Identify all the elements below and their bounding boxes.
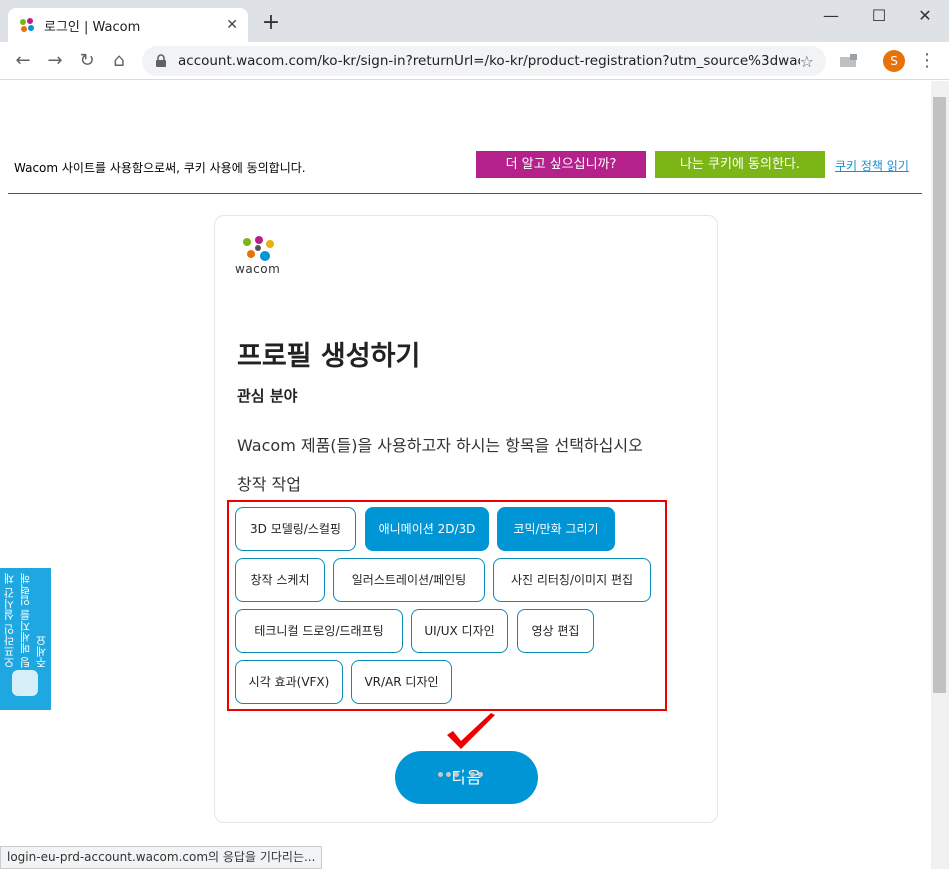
option-illustration[interactable]: 일러스트레이션/페인팅 [333, 558, 485, 602]
option-label: 사진 리터칭/이미지 편집 [510, 573, 634, 587]
logo-wordmark: wacom [235, 262, 281, 276]
chat-bubble-icon [12, 670, 38, 696]
profile-avatar[interactable]: S [883, 50, 905, 72]
option-uiux-design[interactable]: UI/UX 디자인 [411, 609, 508, 653]
learn-more-button[interactable]: 더 알고 싶으십니까? [476, 151, 646, 178]
option-label: 영상 편집 [531, 624, 580, 638]
close-window-icon[interactable]: ✕ [902, 4, 948, 28]
maximize-icon[interactable]: ☐ [856, 4, 902, 28]
back-icon[interactable]: ← [12, 50, 34, 72]
page-dot [478, 772, 483, 777]
instruction-text: Wacom 제품(들)을 사용하고자 하시는 항목을 선택하십시오 [237, 436, 643, 455]
cookie-message: Wacom 사이트를 사용함으로써, 쿠키 사용에 동의합니다. [14, 161, 306, 175]
page-dot [454, 772, 459, 777]
option-label: 3D 모델링/스컬핑 [250, 522, 341, 536]
option-label: 테크니컬 드로잉/드래프팅 [254, 624, 384, 638]
browser-tab[interactable]: 로그인 | Wacom ✕ [8, 8, 248, 42]
tab-strip: 로그인 | Wacom ✕ + — ☐ ✕ [0, 0, 949, 42]
option-creative-sketch[interactable]: 창작 스케치 [235, 558, 325, 602]
checkmark-icon [447, 713, 495, 749]
extension-icon[interactable] [838, 51, 860, 71]
page-dot [446, 772, 451, 777]
option-label: VR/AR 디자인 [364, 675, 439, 689]
option-vrar-design[interactable]: VR/AR 디자인 [351, 660, 452, 704]
option-animation[interactable]: 애니메이션 2D/3D [365, 507, 489, 551]
next-button[interactable]: 다음 [395, 751, 538, 804]
url-text: account.wacom.com/ko-kr/sign-in?returnUr… [178, 53, 800, 69]
forward-icon[interactable]: → [44, 50, 66, 72]
home-icon[interactable]: ⌂ [108, 50, 130, 72]
tab-title: 로그인 | Wacom [44, 19, 141, 35]
page-content: Wacom 사이트를 사용함으로써, 쿠키 사용에 동의합니다. 더 알고 싶으… [0, 81, 931, 869]
page-dot [438, 772, 443, 777]
page-dot-active [462, 772, 467, 777]
option-label: 일러스트레이션/페인팅 [351, 573, 467, 587]
live-chat-widget[interactable]: 오프라인 실시간 채팅 메세지를 입력해주세요 [0, 568, 51, 710]
scrollbar-thumb[interactable] [933, 97, 946, 693]
reload-icon[interactable]: ↻ [76, 50, 98, 72]
section-subtitle: 관심 분야 [237, 387, 298, 405]
lock-icon [156, 54, 166, 67]
pagination-dots [438, 772, 483, 777]
tab-close-icon[interactable]: ✕ [226, 17, 238, 33]
address-bar[interactable]: account.wacom.com/ko-kr/sign-in?returnUr… [142, 46, 826, 76]
wacom-favicon-icon [20, 18, 34, 32]
status-bar: login-eu-prd-account.wacom.com의 응답을 기다리는… [0, 846, 323, 869]
profile-card: wacom 프로필 생성하기 관심 분야 Wacom 제품(들)을 사용하고자 … [214, 215, 718, 823]
wacom-logo: wacom [235, 234, 283, 280]
category-heading: 창작 작업 [237, 475, 301, 494]
option-3d-modeling[interactable]: 3D 모델링/스컬핑 [235, 507, 356, 551]
option-photo-retouch[interactable]: 사진 리터칭/이미지 편집 [493, 558, 651, 602]
option-label: 시각 효과(VFX) [248, 675, 330, 689]
new-tab-button[interactable]: + [260, 12, 282, 34]
minimize-icon[interactable]: — [808, 4, 854, 28]
option-comic-drawing[interactable]: 코믹/만화 그리기 [497, 507, 615, 551]
page-dot [470, 772, 475, 777]
option-video-editing[interactable]: 영상 편집 [517, 609, 594, 653]
browser-menu-icon[interactable]: ⋮ [918, 50, 936, 72]
chat-label: 오프라인 실시간 채팅 메세지를 입력해주세요 [3, 573, 48, 668]
cookie-banner: Wacom 사이트를 사용함으로써, 쿠키 사용에 동의합니다. 더 알고 싶으… [8, 141, 922, 194]
option-label: UI/UX 디자인 [424, 624, 495, 638]
browser-toolbar: ← → ↻ ⌂ account.wacom.com/ko-kr/sign-in?… [0, 42, 949, 80]
cookie-policy-link[interactable]: 쿠키 정책 읽기 [835, 157, 909, 174]
option-label: 창작 스케치 [250, 573, 310, 587]
accept-cookies-button[interactable]: 나는 쿠키에 동의한다. [655, 151, 825, 178]
option-label: 코믹/만화 그리기 [513, 522, 599, 536]
option-technical-drawing[interactable]: 테크니컬 드로잉/드래프팅 [235, 609, 403, 653]
page-title: 프로필 생성하기 [237, 341, 421, 372]
option-vfx[interactable]: 시각 효과(VFX) [235, 660, 343, 704]
wacom-logo-icon [243, 236, 274, 261]
bookmark-star-icon[interactable]: ☆ [800, 52, 814, 71]
option-label: 애니메이션 2D/3D [378, 522, 476, 536]
